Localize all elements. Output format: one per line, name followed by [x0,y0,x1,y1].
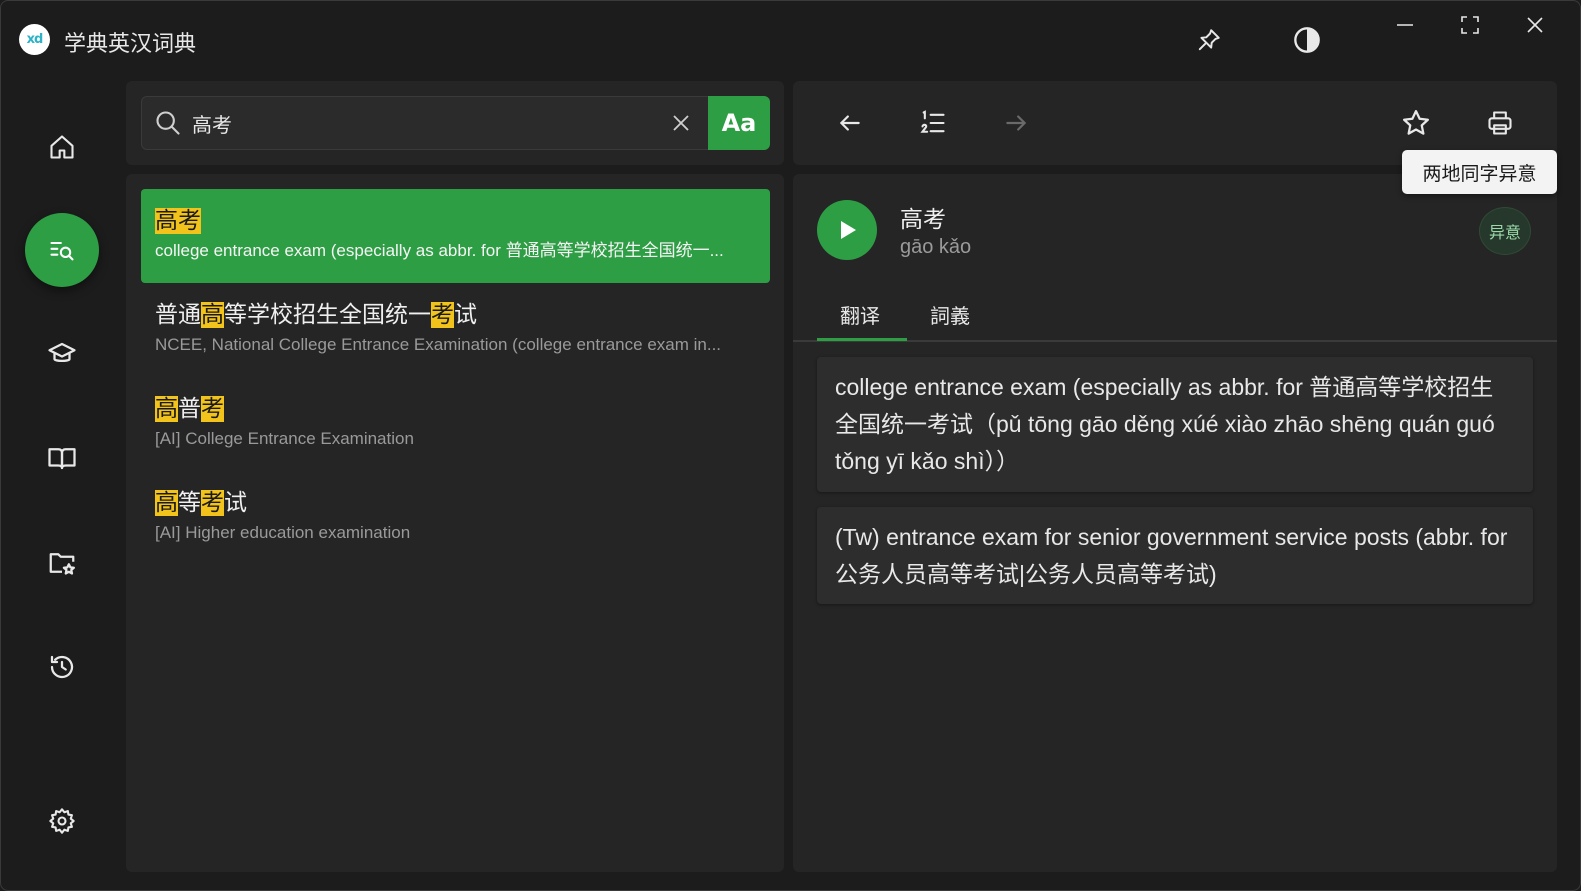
result-title-text: 普通 [155,302,201,328]
print-button[interactable] [1480,103,1520,143]
entry-pinyin: gāo kǎo [900,236,972,258]
search-icon [154,109,182,137]
match-highlight: 高 [201,302,224,328]
entry-tabs: 翻译 詞義 [793,288,1557,342]
result-title-text: 普 [178,396,201,422]
match-highlight: 高 [155,396,178,422]
entry-headword: 高考 [900,207,946,233]
nav-search[interactable] [25,213,99,287]
app-window: xd 学典英汉词典 高考 Aa 高考 college entrance exam… [0,0,1581,891]
app-logo-text: xd [26,32,44,47]
search-list-icon [50,241,74,261]
folder-star-icon [49,553,75,575]
result-item[interactable]: 高等考试 [AI] Higher education examination [141,471,770,565]
forward-button[interactable] [996,103,1036,143]
active-tab-indicator [817,338,907,341]
results-list: 高考 college entrance exam (especially as a… [126,174,784,872]
clear-icon [673,115,689,131]
result-title: 高考 [155,205,756,237]
result-title: 高等考试 [155,487,756,519]
match-case-button[interactable]: Aa [708,96,770,150]
match-highlight: 高 [155,490,178,516]
result-title-text: 等 [178,490,201,516]
contents-button[interactable] [913,103,953,143]
search-box [141,96,709,150]
nav-settings[interactable] [25,784,99,858]
result-title-text: 试 [224,490,247,516]
printer-icon [1488,111,1512,135]
graduation-cap-icon [48,342,76,362]
variant-meaning-badge[interactable]: 异意 [1479,207,1531,255]
title-bar: xd 学典英汉词典 [1,1,1580,79]
minimize-icon [1397,24,1413,26]
result-description: college entrance exam (especially as abb… [155,241,724,260]
nav-book[interactable] [25,421,99,495]
nav-learn[interactable] [25,317,99,391]
nav-history[interactable] [25,630,99,704]
fullscreen-icon [1461,16,1479,34]
result-item[interactable]: 高普考 [AI] College Entrance Examination [141,377,770,471]
match-highlight: 考 [431,302,454,328]
book-open-icon [48,448,76,470]
match-highlight: 高 [155,208,178,234]
result-title-text: 试 [454,302,477,328]
nav-home[interactable] [25,110,99,184]
close-button[interactable] [1515,5,1555,45]
result-description: [AI] College Entrance Examination [155,429,414,448]
tab-translation[interactable]: 翻译 [840,300,880,329]
star-icon [1403,110,1429,135]
back-button[interactable] [830,103,870,143]
clear-search-button[interactable] [668,110,694,136]
result-title-text: 等学校招生全国统一 [224,302,431,328]
close-icon [1527,17,1543,33]
match-highlight: 考 [201,396,224,422]
result-item[interactable]: 普通高等学校招生全国统一考试 NCEE, National College Ent… [141,283,770,377]
match-highlight: 考 [201,490,224,516]
minimize-button[interactable] [1385,5,1425,45]
pin-icon [1198,29,1220,51]
result-title: 高普考 [155,393,756,425]
numbered-list-icon [920,110,945,133]
entry-detail: 高考 gāo kǎo 异意 翻译 詞義 college entrance exa… [793,174,1557,872]
result-item[interactable]: 高考 college entrance exam (especially as a… [141,189,770,283]
favorite-button[interactable] [1396,103,1436,143]
definition-card: (Tw) entrance exam for senior government… [817,507,1533,604]
result-title: 普通高等学校招生全国统一考试 [155,299,756,331]
app-logo: xd [19,24,50,55]
theme-toggle-button[interactable] [1287,20,1327,60]
back-arrow-icon [840,115,860,131]
match-highlight: 考 [178,208,201,234]
search-panel: Aa [126,81,784,165]
fullscreen-button[interactable] [1450,5,1490,45]
result-description: NCEE, National College Entrance Examinat… [155,335,722,354]
tab-definitions[interactable]: 詞義 [930,300,970,329]
definition-card: college entrance exam (especially as abb… [817,357,1533,492]
pin-button[interactable] [1189,20,1229,60]
search-input[interactable] [192,107,652,139]
nav-favorites[interactable] [25,526,99,600]
home-icon [50,135,74,159]
history-icon [50,655,74,679]
play-icon [841,221,856,239]
result-description: [AI] Higher education examination [155,523,411,542]
forward-arrow-icon [1006,115,1026,131]
tooltip: 两地同字异意 [1402,150,1557,194]
play-audio-button[interactable] [817,200,877,260]
contrast-icon [1294,27,1320,53]
app-title: 学典英汉词典 [64,32,197,57]
gear-icon [49,808,75,834]
